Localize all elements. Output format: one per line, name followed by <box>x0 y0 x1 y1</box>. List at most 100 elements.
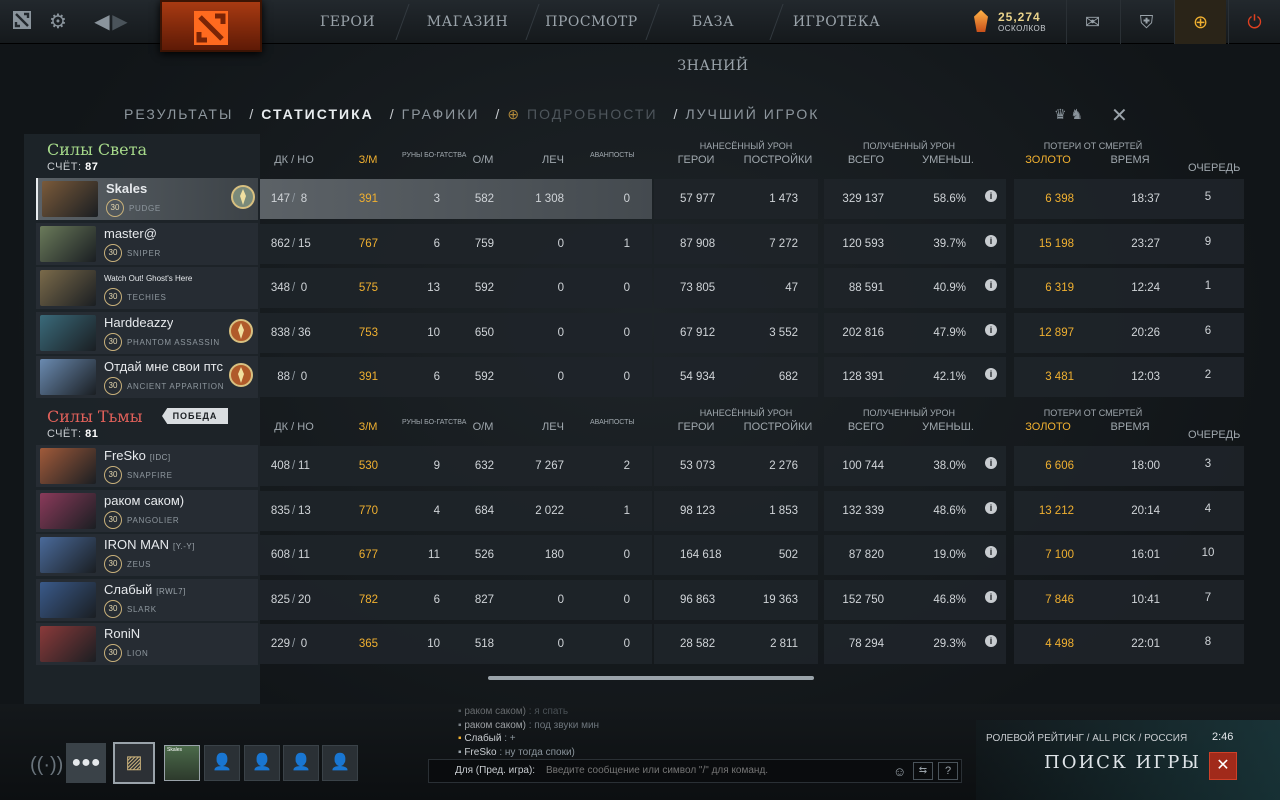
bounty-runes-cell: 6 <box>433 237 440 250</box>
dota-home-logo-button[interactable] <box>160 0 262 52</box>
tab-results[interactable]: РЕЗУЛЬТАТЫ <box>124 106 233 122</box>
player-card[interactable]: FreSko [IDC] 30 SNAPFIRE <box>36 445 258 487</box>
player-card[interactable]: Watch Out! Ghost's Here 30 TECHIES <box>36 267 258 309</box>
stats-segment-main <box>260 357 652 397</box>
stats-row: 229 0 365 10 518 0 0 28 582 2 811 78 294 29.3% 4 49… <box>260 624 1260 666</box>
user-silhouette-icon: 👤 <box>212 754 232 771</box>
connection-signal-icon[interactable]: ((·)) <box>30 754 63 777</box>
emoticon-icon[interactable]: ☺ <box>893 764 906 779</box>
nav-watch[interactable]: ПРОСМОТР <box>538 0 645 44</box>
tab-separator: / <box>495 106 502 122</box>
gold-lost-cell: 12 897 <box>1038 326 1074 339</box>
crown-icon[interactable]: ♛ ♞ <box>1054 106 1083 123</box>
kd-slash: / <box>292 460 296 472</box>
dota-logo-icon[interactable] <box>10 10 34 34</box>
player-card[interactable]: Harddeazzy 30 PHANTOM ASSASSIN <box>36 311 258 354</box>
tab-graphs[interactable]: ГРАФИКИ <box>402 106 480 122</box>
info-icon[interactable]: i <box>985 323 997 336</box>
gold-lost-cell: 6 319 <box>1045 282 1074 294</box>
building-damage-cell: 47 <box>785 282 798 294</box>
chat-line: ▪ раком саком) : я спать <box>458 706 568 717</box>
close-icon[interactable]: ✕ <box>1111 103 1128 128</box>
empty-party-slot[interactable]: 👤 <box>244 745 280 781</box>
column-header: ЛЕЧ <box>542 421 564 433</box>
player-card[interactable]: Skales 30 PUDGE <box>36 178 258 220</box>
horizontal-scrollbar[interactable] <box>488 676 814 680</box>
info-icon[interactable]: i <box>985 279 997 291</box>
tab-details[interactable]: ПОДРОБНОСТИ <box>527 106 658 122</box>
player-card[interactable]: Отдай мне свои птс 30 ANCIENT APPARITION <box>36 356 258 398</box>
armory-icon[interactable]: ⛨ <box>1120 0 1172 44</box>
info-icon[interactable]: i <box>985 501 997 514</box>
nav-store[interactable]: МАГАЗИН <box>410 0 525 44</box>
damage-taken-cell: 202 816 <box>842 326 884 339</box>
empty-party-slot[interactable]: 👤 <box>204 745 240 781</box>
power-icon[interactable]: ⏻ <box>1228 0 1280 44</box>
plus-subscription-icon[interactable]: ⊕ <box>1174 0 1226 44</box>
shards-value: 25,274 <box>998 10 1041 24</box>
find-game-button[interactable]: ПОИСК ИГРЫ <box>1044 752 1201 773</box>
chat-wheel-icon[interactable]: ⇆ <box>913 762 933 780</box>
info-icon[interactable]: i <box>985 368 997 380</box>
healing-cell: 7 267 <box>535 460 564 472</box>
outposts-cell: 2 <box>623 460 630 472</box>
mail-icon[interactable]: ✉ <box>1066 0 1118 44</box>
user-silhouette-icon: 👤 <box>330 754 350 771</box>
dire-team-title: Силы Тьмы <box>47 407 143 426</box>
player-card[interactable]: раком саком) 30 PANGOLIER <box>36 489 258 532</box>
empty-party-slot[interactable]: 👤 <box>322 745 358 781</box>
settings-gear-icon[interactable]: ⚙ <box>46 10 70 34</box>
party-button[interactable]: ●●● <box>66 743 106 783</box>
stats-row: 825 20 782 6 827 0 0 96 863 19 363 152 750 46.8% 7 … <box>260 579 1260 622</box>
stats-row: 348 0 575 13 592 0 0 73 805 47 88 591 40.9% 6 319 12… <box>260 268 1260 310</box>
hero-damage-cell: 54 934 <box>680 371 716 383</box>
nav-heroes[interactable]: ГЕРОИ <box>300 0 395 44</box>
column-group-header: НАНЕСЁННЫЙ УРОН <box>699 408 793 418</box>
info-icon[interactable]: i <box>985 234 997 247</box>
kills-denies-cell: 229 <box>270 638 290 650</box>
hero-portrait <box>40 626 96 662</box>
player-card[interactable]: Слабый [RWL7] 30 SLARK <box>36 578 258 621</box>
healing-cell: 0 <box>557 237 564 250</box>
deaths-cell: 8 <box>300 193 308 205</box>
hero-damage-cell: 28 582 <box>680 638 716 650</box>
chat-sender: FreSko <box>464 746 497 758</box>
nav-arcade[interactable]: ИГРОТЕКА <box>784 0 889 44</box>
healing-cell: 2 022 <box>535 504 564 517</box>
shards-counter[interactable]: 25,274 ОСКОЛКОВ <box>974 8 1054 38</box>
column-header: УМЕНЬШ. <box>922 421 974 433</box>
forward-arrow-icon[interactable]: ▶ <box>108 10 132 34</box>
tab-statistics[interactable]: СТАТИСТИКА <box>261 106 374 122</box>
queue-position-cell: 5 <box>1204 191 1212 203</box>
info-icon[interactable]: i <box>985 457 997 469</box>
chat-help-button[interactable]: ? <box>938 762 958 780</box>
hero-level: 30 <box>104 332 122 351</box>
battle-pass-button[interactable]: ▨ <box>113 742 155 784</box>
party-member-avatar[interactable]: Skales <box>164 745 200 781</box>
player-team-tag: [Y.-Y] <box>173 542 195 551</box>
chat-channel-label[interactable]: Для (Пред. игра): <box>455 765 535 776</box>
outposts-cell: 0 <box>623 549 630 561</box>
info-icon[interactable]: i <box>985 190 997 202</box>
empty-party-slot[interactable]: 👤 <box>283 745 319 781</box>
info-icon[interactable]: i <box>985 546 997 558</box>
chat-input[interactable] <box>546 765 886 776</box>
xp-per-min-cell: 575 <box>358 282 378 294</box>
kd-slash: / <box>292 504 296 517</box>
nav-learn[interactable]: БАЗА ЗНАНИЙ <box>658 0 768 74</box>
player-card[interactable]: master@ 30 SNIPER <box>36 222 258 265</box>
damage-reduced-cell: 46.8% <box>933 593 966 606</box>
column-header: РУНЫ БО-ГАТСТВА <box>402 419 467 426</box>
hero-level: 30 <box>104 377 122 395</box>
dire-score-value: 81 <box>85 428 99 440</box>
tab-best-player[interactable]: ЛУЧШИЙ ИГРОК <box>685 106 819 122</box>
bounty-runes-cell: 6 <box>433 593 440 606</box>
info-icon[interactable]: i <box>985 590 997 603</box>
stats-segment-main <box>260 446 652 486</box>
bounty-runes-cell: 10 <box>427 326 440 339</box>
player-card[interactable]: IRON MAN [Y.-Y] 30 ZEUS <box>36 534 258 576</box>
bounty-runes-cell: 4 <box>433 504 440 517</box>
info-icon[interactable]: i <box>985 635 997 647</box>
cancel-search-button[interactable]: ✕ <box>1209 752 1237 780</box>
player-card[interactable]: RoniN 30 LION <box>36 623 258 665</box>
